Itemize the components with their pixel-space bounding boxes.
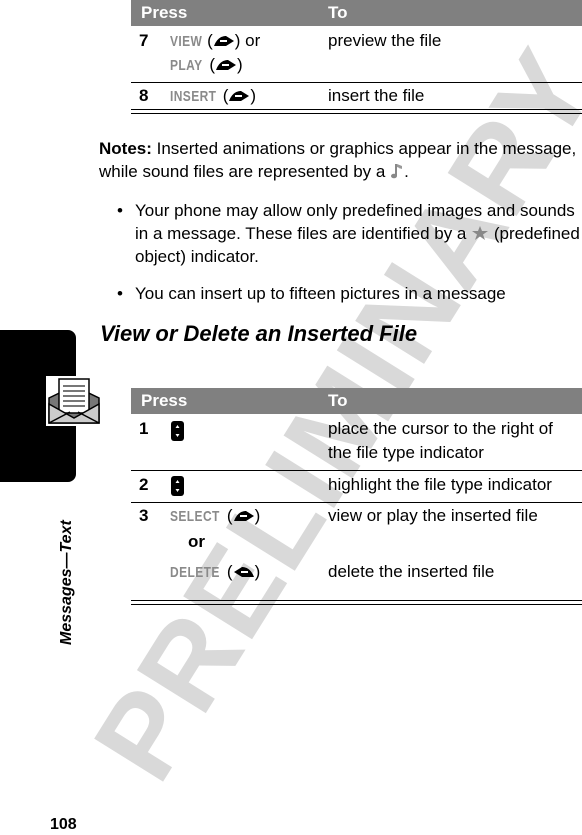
bullet-item: • Your phone may allow only predefined i… [117,199,582,269]
bullet-text: You can insert up to fifteen pictures in… [135,284,506,303]
delete-key-label: DELETE [170,564,220,581]
to-cell: insert the file [328,86,425,105]
notes-paragraph: Notes: Inserted animations or graphics a… [99,137,579,183]
press-cell: PLAY () [170,53,243,78]
to-cell: view or play the inserted file [328,506,538,525]
step-number: 7 [139,31,149,50]
header-to: To [328,3,348,22]
envelope-letter-icon [46,376,102,426]
notes-text: Inserted animations or graphics appear i… [99,139,577,181]
to-cell-line: the file type indicator [328,443,484,462]
press-cell: INSERT () [170,84,256,109]
insert-key-label: INSERT [170,88,217,105]
table-row: 8 INSERT () insert the file [131,83,582,109]
right-soft-key-icon [216,60,237,70]
table-row: 2 highlight the file type indicator [131,470,582,500]
table-bottom-rule [131,113,582,114]
chapter-label: Messages—Text [58,520,75,645]
table-header: Press To [131,388,582,414]
table-header: Press To [131,0,582,26]
star-icon [472,226,489,240]
header-press: Press [141,3,188,22]
table-bottom-rule [131,600,582,601]
press-to-table-bottom: Press To 1 place the cursor to the right… [131,388,582,605]
nav-key-icon [171,421,184,441]
to-cell-line: place the cursor to the right of [328,419,553,438]
table-row: 3 SELECT () or DELETE () view or play th… [131,500,582,600]
bullet-item: • You can insert up to fifteen pictures … [117,282,579,306]
nav-key-icon [171,476,184,496]
press-to-table-top: Press To 7 VIEW () or PLAY () preview th… [131,0,582,114]
press-cell: VIEW () or [170,29,260,54]
press-cell: DELETE () [170,560,260,585]
table-bottom-rule [131,109,582,110]
play-key-label: PLAY [170,57,203,74]
step-number: 8 [139,86,149,105]
to-cell: preview the file [328,31,442,50]
page-number: 108 [50,816,77,833]
bullet-dot: • [117,201,123,220]
step-number: 2 [139,475,149,494]
right-soft-key-icon [233,511,254,521]
notes-end: . [404,162,409,181]
step-number: 1 [139,419,149,438]
to-cell: highlight the file type indicator [328,475,552,494]
bullet-text: Your phone may allow only predefined ima… [135,199,582,268]
sound-file-icon: * [391,164,403,179]
or-separator: or [188,532,205,551]
press-cell: SELECT () [170,504,260,529]
right-soft-key-icon [213,36,234,46]
select-key-label: SELECT [170,508,220,525]
table-bottom-rule [131,604,582,605]
table-row: 7 VIEW () or PLAY () preview the file [131,26,582,82]
step-number: 3 [139,506,149,525]
section-title: View or Delete an Inserted File [100,321,418,346]
header-press: Press [141,391,188,410]
table-row: 1 place the cursor to the right of the f… [131,414,582,470]
right-soft-key-icon [229,91,250,101]
or-text: or [240,31,261,50]
left-soft-key-icon [233,567,254,577]
to-cell: delete the inserted file [328,562,495,581]
view-key-label: VIEW [170,33,203,50]
bullet-dot: • [117,284,123,303]
notes-label: Notes: [99,139,152,158]
header-to: To [328,391,348,410]
